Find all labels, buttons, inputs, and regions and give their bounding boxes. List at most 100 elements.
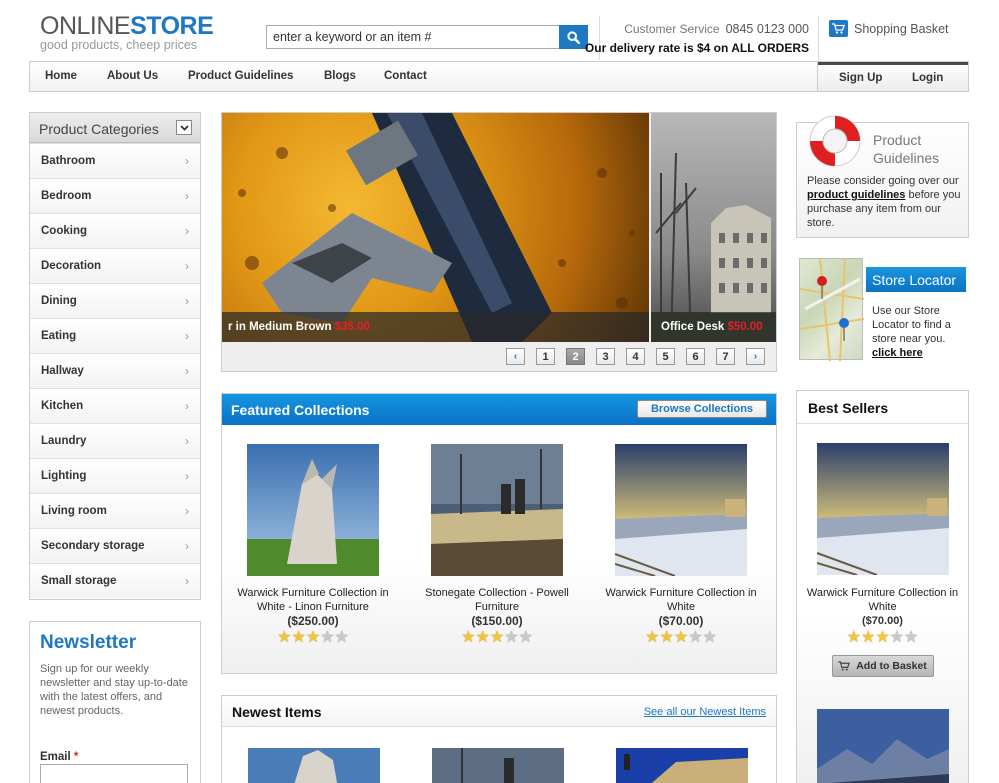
add-to-basket-label: Add to Basket xyxy=(856,660,927,672)
slide-caption: r in Medium Brown $35.00 xyxy=(222,312,649,342)
category-small-storage[interactable]: Small storage › xyxy=(30,563,200,598)
nav-about-us[interactable]: About Us xyxy=(107,70,158,82)
categories-toggle-button[interactable] xyxy=(176,120,192,135)
slide-caption-text: r in Medium Brown $35.00 xyxy=(228,321,370,333)
featured-product-card: Warwick Furniture Collection in White ($… xyxy=(591,444,771,646)
nav-home[interactable]: Home xyxy=(45,70,77,82)
slider-next-button[interactable]: › xyxy=(746,348,765,365)
product-rating: ★ ★ ★ ★ ★ xyxy=(591,630,771,646)
star-empty-icon: ★ xyxy=(702,629,717,646)
product-categories: Product Categories Bathroom › Bedroom › Co… xyxy=(29,112,201,600)
nav-product-guidelines[interactable]: Product Guidelines xyxy=(188,70,293,82)
search-bar xyxy=(266,25,588,49)
add-to-basket-button[interactable]: Add to Basket xyxy=(831,655,934,677)
product-image[interactable] xyxy=(817,709,949,783)
email-label: Email * xyxy=(40,751,190,763)
slider-page-3[interactable]: 3 xyxy=(596,348,615,365)
categories-header: Product Categories xyxy=(30,113,200,143)
best-sellers-header: Best Sellers xyxy=(797,391,968,424)
category-secondary-storage[interactable]: Secondary storage › xyxy=(30,528,200,563)
chevron-right-icon: › xyxy=(185,574,189,588)
product-name[interactable]: Warwick Furniture Collection in White xyxy=(797,586,968,614)
product-image[interactable] xyxy=(616,748,748,783)
product-image[interactable] xyxy=(817,443,949,575)
category-bathroom[interactable]: Bathroom › xyxy=(30,143,200,178)
star-filled-icon: ★ xyxy=(659,629,674,646)
slider-prev-button[interactable]: ‹ xyxy=(506,348,525,365)
product-image[interactable] xyxy=(432,748,564,783)
product-image[interactable] xyxy=(247,444,379,576)
nav-contact[interactable]: Contact xyxy=(384,70,427,82)
category-eating[interactable]: Eating › xyxy=(30,318,200,353)
slider-page-4[interactable]: 4 xyxy=(626,348,645,365)
lifebuoy-icon xyxy=(809,115,861,167)
slider-page-7[interactable]: 7 xyxy=(716,348,735,365)
login-link[interactable]: Login xyxy=(912,72,943,84)
slide-product-price: $50.00 xyxy=(727,321,763,333)
store-logo[interactable]: ONLINESTORE good products, cheep prices xyxy=(40,12,214,52)
product-name[interactable]: Warwick Furniture Collection in White - … xyxy=(223,586,403,614)
email-field[interactable] xyxy=(40,764,188,783)
star-filled-icon: ★ xyxy=(645,629,660,646)
customer-service-phone: 0845 0123 000 xyxy=(725,22,809,36)
chevron-right-icon: › xyxy=(185,539,189,553)
product-guidelines-link[interactable]: product guidelines xyxy=(807,189,905,201)
shopping-basket-label: Shopping Basket xyxy=(854,21,949,36)
category-label: Secondary storage xyxy=(41,540,145,552)
slide-image-wrench[interactable]: r in Medium Brown $35.00 xyxy=(222,113,649,342)
store-locator-description: Use our Store Locator to find a store ne… xyxy=(872,305,951,345)
see-all-newest-link[interactable]: See all our Newest Items xyxy=(644,706,766,718)
category-decoration[interactable]: Decoration › xyxy=(30,248,200,283)
browse-collections-button[interactable]: Browse Collections xyxy=(637,400,767,418)
chevron-right-icon: › xyxy=(185,504,189,518)
product-image[interactable] xyxy=(431,444,563,576)
category-kitchen[interactable]: Kitchen › xyxy=(30,388,200,423)
nav-blogs[interactable]: Blogs xyxy=(324,70,356,82)
header-divider xyxy=(818,16,819,60)
category-label: Bedroom xyxy=(41,190,92,202)
category-cooking[interactable]: Cooking › xyxy=(30,213,200,248)
newsletter-box: Newsletter Sign up for our weekly newsle… xyxy=(29,621,201,783)
category-lighting[interactable]: Lighting › xyxy=(30,458,200,493)
delivery-rate-text: Our delivery rate is $4 on ALL ORDERS xyxy=(584,41,809,55)
category-dining[interactable]: Dining › xyxy=(30,283,200,318)
product-image[interactable] xyxy=(615,444,747,576)
star-filled-icon: ★ xyxy=(291,629,306,646)
slider-page-6[interactable]: 6 xyxy=(686,348,705,365)
best-seller-card xyxy=(817,443,949,575)
category-hallway[interactable]: Hallway › xyxy=(30,353,200,388)
search-input[interactable] xyxy=(267,26,557,48)
shopping-cart-icon xyxy=(829,20,848,37)
slider-page-2[interactable]: 2 xyxy=(566,348,585,365)
slider-page-1[interactable]: 1 xyxy=(536,348,555,365)
category-label: Cooking xyxy=(41,225,87,237)
store-locator-link[interactable]: click here xyxy=(872,347,923,359)
chevron-right-icon: › xyxy=(185,259,189,273)
building-image xyxy=(651,152,776,342)
star-empty-icon: ★ xyxy=(334,629,349,646)
newsletter-description: Sign up for our weekly newsletter and st… xyxy=(40,663,188,717)
star-filled-icon: ★ xyxy=(860,629,876,646)
category-bedroom[interactable]: Bedroom › xyxy=(30,178,200,213)
slide-image-building[interactable]: Office Desk $50.00 xyxy=(651,113,776,342)
product-name[interactable]: Warwick Furniture Collection in White xyxy=(591,586,771,614)
shopping-basket-link[interactable]: Shopping Basket xyxy=(829,20,949,37)
logo-text-store: STORE xyxy=(130,12,214,40)
star-empty-icon: ★ xyxy=(518,629,533,646)
featured-product-card: Stonegate Collection - Powell Furniture … xyxy=(407,444,587,646)
sign-up-link[interactable]: Sign Up xyxy=(839,72,882,84)
product-rating: ★ ★ ★ ★ ★ xyxy=(797,630,968,646)
chevron-right-icon: › xyxy=(185,224,189,238)
slide-product-name: r in Medium Brown xyxy=(228,321,332,333)
map-image[interactable] xyxy=(799,258,865,362)
product-name[interactable]: Stonegate Collection - Powell Furniture xyxy=(407,586,587,614)
search-button[interactable] xyxy=(559,25,588,49)
chevron-down-icon xyxy=(179,124,189,131)
product-image[interactable] xyxy=(248,748,380,783)
account-nav: Sign Up Login xyxy=(817,62,968,91)
product-price: ($70.00) xyxy=(658,614,704,628)
category-living-room[interactable]: Living room › xyxy=(30,493,200,528)
slider-page-5[interactable]: 5 xyxy=(656,348,675,365)
category-laundry[interactable]: Laundry › xyxy=(30,423,200,458)
star-filled-icon: ★ xyxy=(846,629,861,646)
